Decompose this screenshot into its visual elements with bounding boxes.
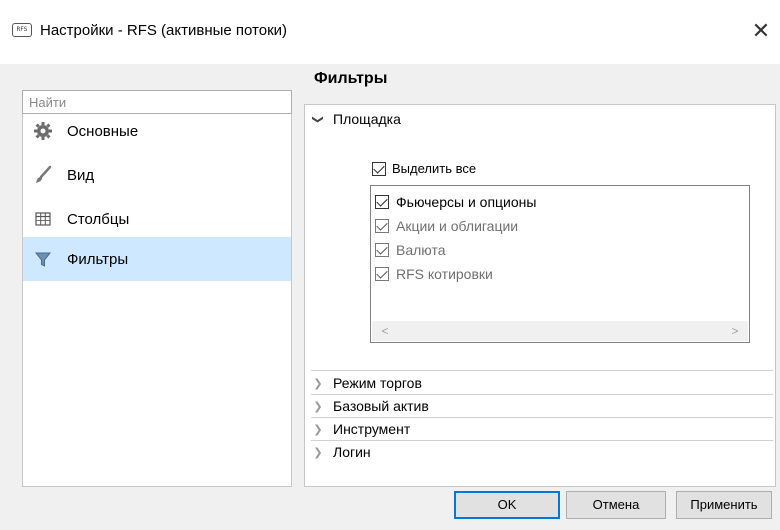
divider [311, 417, 773, 418]
page-title: Фильтры [314, 70, 388, 87]
section-venue-header[interactable]: ❯ Площадка [311, 111, 401, 127]
chevron-right-icon: ❯ [313, 446, 323, 459]
gear-icon [34, 122, 52, 140]
nav-label-filters: Фильтры [67, 250, 129, 268]
list-item: Валюта [375, 239, 446, 261]
section-venue-label: Площадка [333, 111, 401, 127]
checkbox-checked [375, 267, 389, 281]
list-item: Акции и облигации [375, 215, 518, 237]
filter-icon [34, 252, 52, 267]
divider [311, 440, 773, 441]
title-bar: RFS Настройки - RFS (активные потоки) ✕ [0, 0, 780, 64]
nav-item-view[interactable]: Вид [23, 153, 291, 197]
divider [311, 370, 773, 371]
search-input[interactable] [22, 90, 292, 114]
scroll-left-icon[interactable]: < [376, 321, 394, 341]
venue-listbox[interactable]: Фьючерсы и опционы Акции и облигации Вал… [370, 185, 750, 343]
window-title: Настройки - RFS (активные потоки) [40, 22, 288, 39]
app-icon: RFS [12, 23, 32, 37]
checkbox-checked [375, 243, 389, 257]
nav-label-view: Вид [67, 166, 95, 184]
chevron-right-icon: ❯ [313, 400, 323, 413]
brush-icon [36, 165, 52, 183]
cancel-button[interactable]: Отмена [566, 491, 666, 519]
divider [311, 394, 773, 395]
nav-item-filters[interactable]: Фильтры [23, 237, 291, 281]
chevron-down-icon: ❯ [311, 114, 324, 124]
section-instrument-label: Инструмент [333, 421, 411, 437]
chevron-right-icon: ❯ [313, 377, 323, 390]
checkbox-checked[interactable] [375, 195, 389, 209]
scroll-right-icon[interactable]: > [726, 321, 744, 341]
close-button[interactable]: ✕ [748, 18, 774, 44]
section-instrument[interactable]: ❯ Инструмент [311, 421, 410, 437]
section-login[interactable]: ❯ Логин [311, 444, 371, 460]
list-item[interactable]: Фьючерсы и опционы [375, 191, 536, 213]
section-login-label: Логин [333, 444, 371, 460]
section-base-asset[interactable]: ❯ Базовый актив [311, 398, 429, 414]
horizontal-scrollbar[interactable]: < > [372, 321, 748, 341]
section-trade-mode-label: Режим торгов [333, 375, 422, 391]
nav-label-general: Основные [67, 122, 139, 140]
section-trade-mode[interactable]: ❯ Режим торгов [311, 375, 422, 391]
nav-label-columns: Столбцы [67, 210, 130, 228]
settings-nav-list: Основные Вид Столбцы Фильтры [22, 104, 292, 487]
ok-button[interactable]: OK [454, 491, 560, 519]
chevron-right-icon: ❯ [313, 423, 323, 436]
apply-button[interactable]: Применить [676, 491, 772, 519]
nav-item-general[interactable]: Основные [23, 109, 291, 153]
checkbox-checked [375, 219, 389, 233]
select-all-label: Выделить все [392, 161, 477, 176]
nav-item-columns[interactable]: Столбцы [23, 197, 291, 241]
section-base-asset-label: Базовый актив [333, 398, 429, 414]
columns-icon [35, 212, 51, 226]
list-item: RFS котировки [375, 263, 493, 285]
checkbox-checked[interactable] [372, 161, 386, 176]
select-all-checkbox[interactable]: Выделить все [372, 161, 476, 176]
